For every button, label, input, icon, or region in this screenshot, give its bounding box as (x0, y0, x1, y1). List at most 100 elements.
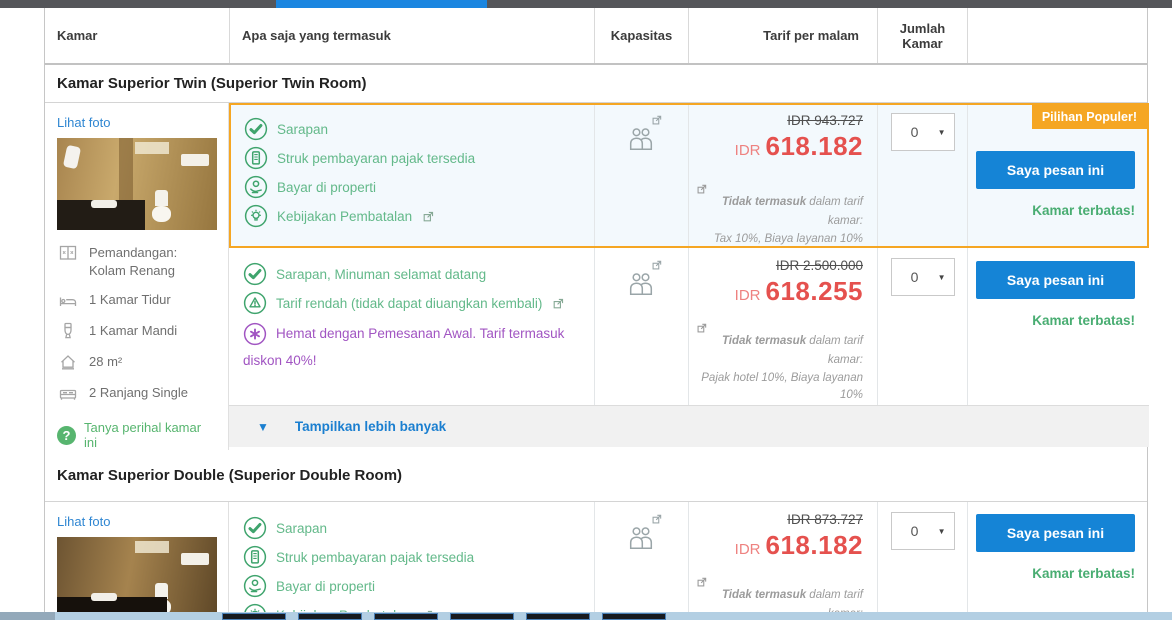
capacity-cell[interactable] (594, 248, 688, 406)
question-icon: ? (57, 425, 76, 445)
taskbar-button[interactable] (374, 613, 438, 620)
external-link-icon (423, 211, 434, 222)
section-superior-twin: Lihat foto Pemandangan: Kolam Renang 1 K… (45, 103, 1149, 451)
receipt-icon (244, 146, 268, 170)
early-bird-icon (243, 322, 267, 346)
chevron-down-icon: ▼ (937, 526, 946, 536)
ask-about-room-link[interactable]: ? Tanya perihal kamar ini (57, 420, 216, 450)
amenity-breakfast-drink: Sarapan, Minuman selamat datang (243, 262, 582, 286)
show-more-row[interactable]: ▼ Tampilkan lebih banyak (229, 405, 1149, 447)
loading-progress-segment (276, 0, 487, 8)
view-photo-link[interactable]: Lihat foto (57, 115, 216, 130)
external-link-icon[interactable] (697, 577, 863, 587)
book-button[interactable]: Saya pesan ini (976, 261, 1135, 299)
external-link-icon[interactable] (697, 184, 863, 194)
twin-bed-icon (57, 382, 79, 404)
photo-shape (181, 154, 209, 166)
price-value: 618.182 (765, 131, 863, 161)
receipt-icon (243, 545, 267, 569)
price-note-bold: Tidak termasuk (721, 196, 807, 208)
scarcity-label: Kamar terbatas! (1032, 313, 1135, 328)
capacity-icon (626, 515, 661, 550)
quantity-select[interactable]: 0 ▼ (890, 258, 955, 296)
two-guests-icon (626, 271, 656, 296)
room-detail-text: 1 Kamar Mandi (89, 323, 178, 339)
price-note: Tidak termasuk dalam tarif kamar: Pajak … (697, 323, 863, 405)
capacity-icon (626, 260, 661, 296)
room-detail-text: 1 Kamar Tidur (89, 292, 171, 308)
quantity-select[interactable]: 0 ▼ (890, 113, 955, 151)
action-cell: Saya pesan ini Kamar terbatas! (967, 502, 1147, 616)
booking-page: Kamar Apa saja yang termasuk Kapasitas T… (0, 0, 1172, 620)
amenity-tax-receipt: Struk pembayaran pajak tersedia (243, 545, 582, 569)
amenity-tax-receipt: Struk pembayaran pajak tersedia (244, 146, 582, 170)
book-button[interactable]: Saya pesan ini (976, 514, 1135, 553)
column-header-kamar: Kamar (57, 28, 98, 43)
chevron-down-icon: ▼ (937, 127, 946, 137)
taskbar-button[interactable] (222, 613, 286, 620)
amenities-cell: Sarapan, Minuman selamat datang Tarif re… (229, 248, 594, 405)
two-guests-icon (626, 126, 656, 151)
view-photo-link[interactable]: Lihat foto (57, 514, 216, 529)
room-detail-text: Pemandangan: Kolam Renang (89, 245, 178, 279)
offers-pane: Pilihan Populer! Sarapan Struk pembayara… (229, 103, 1149, 450)
top-loading-bar (0, 0, 1172, 8)
room-info-cell: Lihat foto (45, 502, 229, 616)
price-note-bold: Tidak termasuk (721, 589, 807, 602)
capacity-cell[interactable] (594, 103, 688, 249)
amenity-cancellation-policy[interactable]: Kebijakan Pembatalan (244, 204, 582, 228)
quantity-cell: 0 ▼ (877, 103, 967, 249)
column-header-capacity: Kapasitas (594, 8, 688, 63)
quantity-select[interactable]: 0 ▼ (890, 512, 955, 551)
room-photo-thumbnail[interactable] (57, 138, 217, 230)
ask-about-room-label: Tanya perihal kamar ini (84, 420, 202, 451)
amenity-label: Struk pembayaran pajak tersedia (276, 549, 475, 565)
photo-shape (135, 142, 169, 154)
taskbar-button[interactable] (526, 613, 590, 620)
offer-row-popular: Pilihan Populer! Sarapan Struk pembayara… (229, 103, 1149, 249)
room-detail-beds: 2 Ranjang Single (57, 382, 216, 404)
amenity-label: Hemat dengan Pemesanan Awal. Tarif terma… (243, 326, 565, 368)
bed-icon (57, 289, 79, 311)
capacity-cell[interactable] (594, 502, 688, 616)
action-cell: Saya pesan ini Kamar terbatas! (967, 248, 1149, 406)
amenity-label: Tarif rendah (tidak dapat diuangkan kemb… (276, 295, 543, 311)
room-detail-text: 2 Ranjang Single (89, 385, 189, 401)
price-note-line2: Tax 10%, Biaya layanan 10% (713, 232, 863, 245)
section-title-superior-double: Kamar Superior Double (Superior Double R… (45, 450, 1147, 503)
taskbar-button[interactable] (298, 613, 362, 620)
room-detail-list: Pemandangan: Kolam Renang 1 Kamar Tidur … (57, 242, 216, 404)
amenity-label: Struk pembayaran pajak tersedia (277, 150, 476, 166)
taskbar-button[interactable] (602, 613, 666, 620)
column-header-actions (967, 8, 1149, 63)
section-superior-double: Lihat foto Sarapan Struk pembayaran paja… (45, 502, 1147, 616)
original-price: IDR 873.727 (787, 512, 863, 528)
photo-shape (181, 553, 209, 566)
scarcity-label: Kamar terbatas! (1032, 203, 1135, 218)
check-icon (243, 516, 267, 540)
discounted-price: IDR 618.182 (697, 530, 863, 561)
currency-label: IDR (734, 142, 761, 159)
quantity-value: 0 (910, 269, 919, 285)
section-title-superior-twin: Kamar Superior Twin (Superior Twin Room) (45, 65, 1147, 103)
discounted-price: IDR 618.255 (697, 276, 863, 307)
taskbar-button[interactable] (450, 613, 514, 620)
discounted-price: IDR 618.182 (697, 131, 863, 162)
amenity-label: Bayar di properti (276, 578, 376, 594)
capacity-icon (626, 115, 661, 151)
price-cell: IDR 943.727 IDR 618.182 Tidak termasuk da… (688, 103, 877, 249)
external-link-icon[interactable] (697, 323, 863, 333)
popular-badge: Pilihan Populer! (1031, 105, 1147, 129)
amenity-label: Kebijakan Pembatalan (277, 208, 413, 224)
column-header-included: Apa saja yang termasuk (229, 8, 594, 63)
chevron-down-icon: ▼ (937, 272, 946, 282)
room-detail-bedroom: 1 Kamar Tidur (57, 289, 216, 311)
amenity-label: Bayar di properti (277, 179, 377, 195)
external-link-icon (652, 115, 662, 125)
room-photo-thumbnail[interactable] (57, 537, 217, 616)
amenity-nonrefundable[interactable]: Tarif rendah (tidak dapat diuangkan kemb… (243, 291, 582, 315)
book-button[interactable]: Saya pesan ini (976, 151, 1135, 189)
pay-at-property-icon (244, 175, 268, 199)
room-detail-bathroom: 1 Kamar Mandi (57, 320, 216, 342)
table-header-row: Kamar Apa saja yang termasuk Kapasitas T… (45, 8, 1147, 65)
